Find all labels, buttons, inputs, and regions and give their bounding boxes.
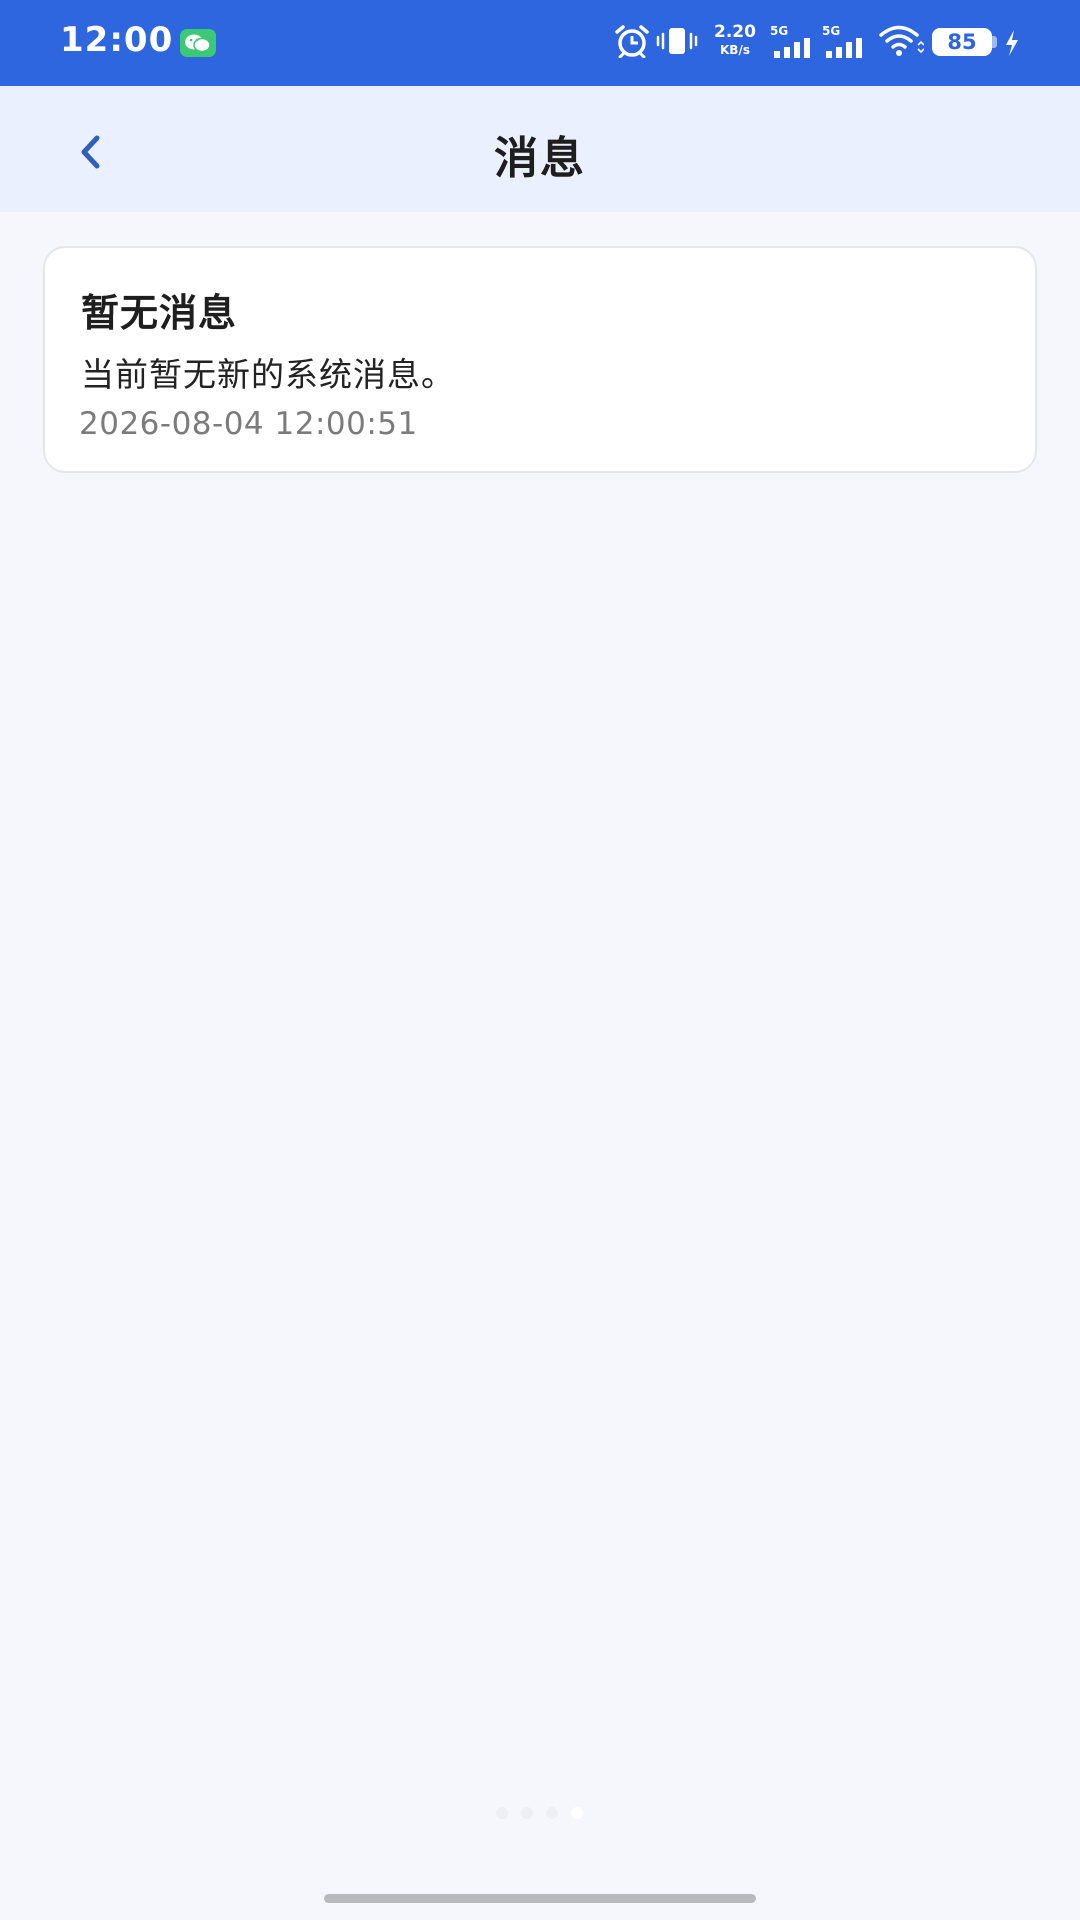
bolt-icon [1006, 30, 1018, 56]
status-icons: 2.20 KB/s 5G 5G 85 [600, 0, 1080, 86]
signal-bars-icon [774, 38, 810, 58]
message-timestamp: 2026-08-04 12:00:51 [79, 406, 418, 442]
pager-dot[interactable] [521, 1807, 533, 1819]
net-speed-unit: KB/s [720, 43, 750, 57]
wechat-icon [180, 29, 216, 57]
status-bar: 12:00 2.20 KB/s 5G 5G 85 [0, 0, 1080, 86]
pager-dot[interactable] [496, 1807, 508, 1819]
vibrate-icon [656, 28, 698, 54]
message-body: 当前暂无新的系统消息。 [81, 355, 455, 394]
pager-dot-active[interactable] [571, 1807, 583, 1819]
net-speed-value: 2.20 [714, 22, 756, 42]
alarm-icon [615, 25, 649, 58]
battery-level: 85 [932, 28, 992, 56]
signal-1: 5G [770, 24, 812, 58]
signal-1-label: 5G [770, 24, 789, 38]
signal-2: 5G [822, 24, 864, 58]
page-title: 消息 [494, 133, 586, 184]
net-speed: 2.20 KB/s [710, 22, 760, 57]
status-time: 12:00 [60, 20, 174, 60]
signal-bars-icon [826, 38, 862, 58]
app-header: 消息 [0, 86, 1080, 212]
signal-2-label: 5G [822, 24, 841, 38]
wifi-icon [879, 25, 924, 56]
pager-dot[interactable] [546, 1807, 558, 1819]
battery-cap [992, 36, 997, 48]
home-indicator[interactable] [324, 1894, 756, 1903]
message-title: 暂无消息 [81, 291, 238, 335]
message-card[interactable]: 暂无消息 当前暂无新的系统消息。 2026-08-04 12:00:51 [43, 246, 1037, 473]
